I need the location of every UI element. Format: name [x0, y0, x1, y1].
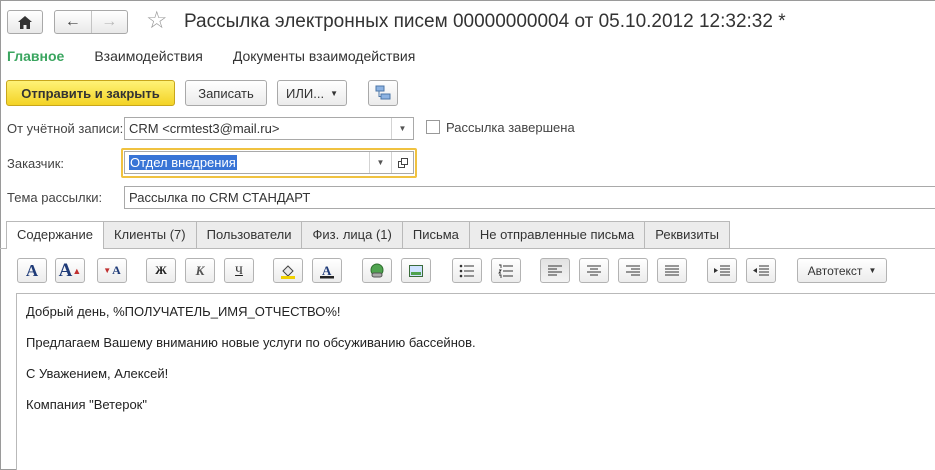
- window-title: Рассылка электронных писем 00000000004 о…: [184, 11, 786, 32]
- tab-clients[interactable]: Клиенты (7): [102, 221, 197, 248]
- send-and-close-button[interactable]: Отправить и закрыть: [6, 80, 175, 106]
- subject-label: Тема рассылки:: [7, 190, 103, 205]
- bulleted-list-button[interactable]: [452, 258, 482, 283]
- indent-decrease-icon: [753, 265, 769, 275]
- history-navigation: ← →: [54, 10, 128, 34]
- more-actions-label: ИЛИ...: [286, 85, 325, 101]
- section-interactions[interactable]: Взаимодействия: [94, 48, 203, 64]
- mailing-finished-checkbox[interactable]: [426, 120, 440, 134]
- editor-line: Предлагаем Вашему вниманию новые услуги …: [26, 335, 476, 350]
- autotext-label: Автотекст: [807, 263, 863, 278]
- link-icon: [370, 263, 384, 277]
- write-button[interactable]: Записать: [185, 80, 267, 106]
- chevron-down-icon: ▼: [868, 266, 877, 275]
- subject-value: Рассылка по CRM СТАНДАРТ: [129, 190, 311, 205]
- align-center-icon: [587, 265, 601, 275]
- tab-content[interactable]: Содержание: [6, 221, 104, 249]
- tab-unsent-letters[interactable]: Не отправленные письма: [468, 221, 646, 248]
- tab-individuals[interactable]: Физ. лица (1): [301, 221, 403, 248]
- account-select[interactable]: CRM <crmtest3@mail.ru> ▼: [124, 117, 414, 140]
- section-main[interactable]: Главное: [7, 48, 64, 64]
- chevron-down-icon: ▼: [330, 88, 338, 98]
- subject-input[interactable]: Рассылка по CRM СТАНДАРТ: [124, 186, 935, 209]
- align-right-button[interactable]: [618, 258, 648, 283]
- autotext-button[interactable]: Автотекст ▼: [797, 258, 887, 283]
- align-justify-button[interactable]: [657, 258, 687, 283]
- underline-button[interactable]: Ч: [224, 258, 254, 283]
- editor-line: С Уважением, Алексей!: [26, 366, 169, 381]
- svg-text:A: A: [322, 263, 332, 278]
- bold-button[interactable]: Ж: [146, 258, 176, 283]
- tabs-divider: [0, 248, 935, 249]
- chevron-down-icon[interactable]: ▼: [369, 152, 391, 173]
- section-nav: Главное Взаимодействия Документы взаимод…: [7, 48, 445, 64]
- font-icon[interactable]: A: [17, 258, 47, 283]
- tab-bar: Содержание Клиенты (7) Пользователи Физ.…: [6, 221, 730, 249]
- open-icon[interactable]: [391, 152, 413, 173]
- home-button[interactable]: [7, 10, 43, 34]
- favorite-star-icon[interactable]: ☆: [146, 8, 168, 34]
- fill-bucket-icon: [281, 264, 295, 279]
- align-left-icon: [548, 265, 562, 275]
- forward-button[interactable]: →: [90, 11, 128, 33]
- account-value: CRM <crmtest3@mail.ru>: [129, 121, 280, 136]
- align-center-button[interactable]: [579, 258, 609, 283]
- customer-label: Заказчик:: [7, 156, 65, 171]
- font-size-decrease-icon[interactable]: ▼ A: [97, 258, 127, 283]
- decrease-indent-button[interactable]: [746, 258, 776, 283]
- numbered-list-button[interactable]: [491, 258, 521, 283]
- tab-requisites[interactable]: Реквизиты: [644, 221, 730, 248]
- chevron-down-icon[interactable]: ▼: [391, 118, 413, 139]
- bulleted-list-icon: [459, 264, 474, 277]
- more-actions-button[interactable]: ИЛИ... ▼: [277, 80, 347, 106]
- message-editor[interactable]: Добрый день, %ПОЛУЧАТЕЛЬ_ИМЯ_ОТЧЕСТВО%! …: [16, 293, 935, 470]
- text-color-icon: A: [320, 263, 334, 278]
- underline-icon: Ч: [235, 263, 243, 277]
- increase-indent-button[interactable]: [707, 258, 737, 283]
- customer-field[interactable]: Отдел внедрения ▼: [124, 151, 414, 174]
- editor-line: Компания "Ветерок": [26, 397, 147, 412]
- italic-button[interactable]: К: [185, 258, 215, 283]
- font-size-increase-icon[interactable]: A ▲: [55, 258, 85, 283]
- section-interaction-documents[interactable]: Документы взаимодействия: [233, 48, 416, 64]
- customer-value: Отдел внедрения: [129, 155, 237, 170]
- numbered-list-icon: [498, 264, 513, 278]
- align-left-button[interactable]: [540, 258, 570, 283]
- text-color-button[interactable]: A: [312, 258, 342, 283]
- back-button[interactable]: ←: [55, 11, 91, 33]
- hierarchy-icon: [375, 85, 391, 100]
- bold-icon: Ж: [155, 263, 167, 277]
- tab-letters[interactable]: Письма: [401, 221, 470, 248]
- editor-line: Добрый день, %ПОЛУЧАТЕЛЬ_ИМЯ_ОТЧЕСТВО%!: [26, 304, 341, 319]
- tab-users[interactable]: Пользователи: [195, 221, 303, 248]
- structure-button[interactable]: [368, 80, 398, 106]
- highlight-color-button[interactable]: [273, 258, 303, 283]
- account-label: От учётной записи:: [7, 121, 124, 136]
- align-justify-icon: [665, 265, 679, 275]
- align-right-icon: [626, 265, 640, 275]
- italic-icon: К: [195, 262, 205, 278]
- insert-link-button[interactable]: [362, 258, 392, 283]
- insert-image-button[interactable]: [401, 258, 431, 283]
- mailing-finished-label: Рассылка завершена: [446, 120, 575, 135]
- image-icon: [409, 264, 423, 277]
- indent-increase-icon: [714, 265, 730, 275]
- home-icon: [18, 15, 32, 29]
